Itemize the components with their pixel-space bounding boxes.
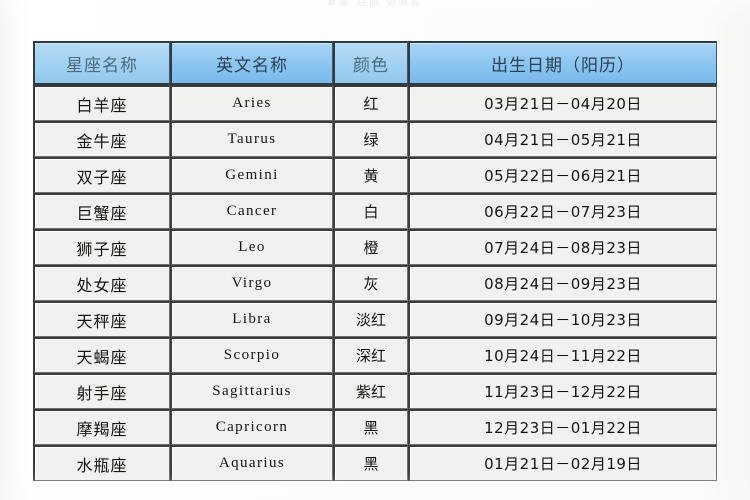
cell-constellation-name: 天蝎座 [33,337,170,373]
cell-english-name: Leo [170,229,333,265]
column-header-constellation-name: 星座名称 [33,41,170,85]
scanned-page: 星座 日期 对照表 星座名称 英文名称 颜色 出生日期（阳历） 白羊座 Aries… [0,0,750,500]
cell-birth-date: 01月21日－02月19日 [408,445,717,481]
cell-color: 淡红 [333,301,408,337]
cell-color: 橙 [333,229,408,265]
table-row: 金牛座 Taurus 绿 04月21日－05月21日 [33,121,717,157]
cell-constellation-name: 处女座 [33,265,170,301]
table-row: 处女座 Virgo 灰 08月24日－09月23日 [33,265,717,301]
cell-constellation-name: 摩羯座 [33,409,170,445]
cell-birth-date: 12月23日－01月22日 [408,409,717,445]
cell-english-name: Gemini [170,157,333,193]
cell-color: 紫红 [333,373,408,409]
column-header-english-name: 英文名称 [170,41,333,85]
cell-birth-date: 11月23日－12月22日 [408,373,717,409]
table-body: 白羊座 Aries 红 03月21日－04月20日 金牛座 Taurus 绿 04月21日－0… [33,85,717,481]
cell-birth-date: 08月24日－09月23日 [408,265,717,301]
cell-english-name: Virgo [170,265,333,301]
clipped-top-text: 星座 日期 对照表 [327,0,423,6]
cell-english-name: Libra [170,301,333,337]
cell-english-name: Taurus [170,121,333,157]
cell-color: 黄 [333,157,408,193]
zodiac-table: 星座名称 英文名称 颜色 出生日期（阳历） 白羊座 Aries 红 03月21日－04… [33,41,717,481]
cell-english-name: Cancer [170,193,333,229]
cell-birth-date: 10月24日－11月22日 [408,337,717,373]
cell-english-name: Capricorn [170,409,333,445]
table-row: 水瓶座 Aquarius 黑 01月21日－02月19日 [33,445,717,481]
cell-color: 灰 [333,265,408,301]
cell-constellation-name: 水瓶座 [33,445,170,481]
cell-constellation-name: 白羊座 [33,85,170,121]
table-row: 天秤座 Libra 淡红 09月24日－10月23日 [33,301,717,337]
cell-birth-date: 07月24日－08月23日 [408,229,717,265]
cell-english-name: Scorpio [170,337,333,373]
cell-birth-date: 05月22日－06月21日 [408,157,717,193]
cell-birth-date: 09月24日－10月23日 [408,301,717,337]
cell-birth-date: 03月21日－04月20日 [408,85,717,121]
cell-color: 深红 [333,337,408,373]
cell-color: 黑 [333,409,408,445]
cell-constellation-name: 金牛座 [33,121,170,157]
cell-birth-date: 04月21日－05月21日 [408,121,717,157]
table-row: 天蝎座 Scorpio 深红 10月24日－11月22日 [33,337,717,373]
cell-english-name: Aries [170,85,333,121]
cell-color: 绿 [333,121,408,157]
table-row: 射手座 Sagittarius 紫红 11月23日－12月22日 [33,373,717,409]
table-header: 星座名称 英文名称 颜色 出生日期（阳历） [33,41,717,85]
cell-color: 红 [333,85,408,121]
column-header-birth-date: 出生日期（阳历） [408,41,717,85]
cell-constellation-name: 狮子座 [33,229,170,265]
cell-english-name: Sagittarius [170,373,333,409]
cell-birth-date: 06月22日－07月23日 [408,193,717,229]
header-row: 星座名称 英文名称 颜色 出生日期（阳历） [33,41,717,85]
cell-constellation-name: 射手座 [33,373,170,409]
table-row: 狮子座 Leo 橙 07月24日－08月23日 [33,229,717,265]
table-row: 摩羯座 Capricorn 黑 12月23日－01月22日 [33,409,717,445]
table-row: 双子座 Gemini 黄 05月22日－06月21日 [33,157,717,193]
column-header-color: 颜色 [333,41,408,85]
table-row: 白羊座 Aries 红 03月21日－04月20日 [33,85,717,121]
cell-constellation-name: 天秤座 [33,301,170,337]
cell-color: 白 [333,193,408,229]
cell-constellation-name: 双子座 [33,157,170,193]
cell-constellation-name: 巨蟹座 [33,193,170,229]
table-row: 巨蟹座 Cancer 白 06月22日－07月23日 [33,193,717,229]
cell-english-name: Aquarius [170,445,333,481]
cell-color: 黑 [333,445,408,481]
